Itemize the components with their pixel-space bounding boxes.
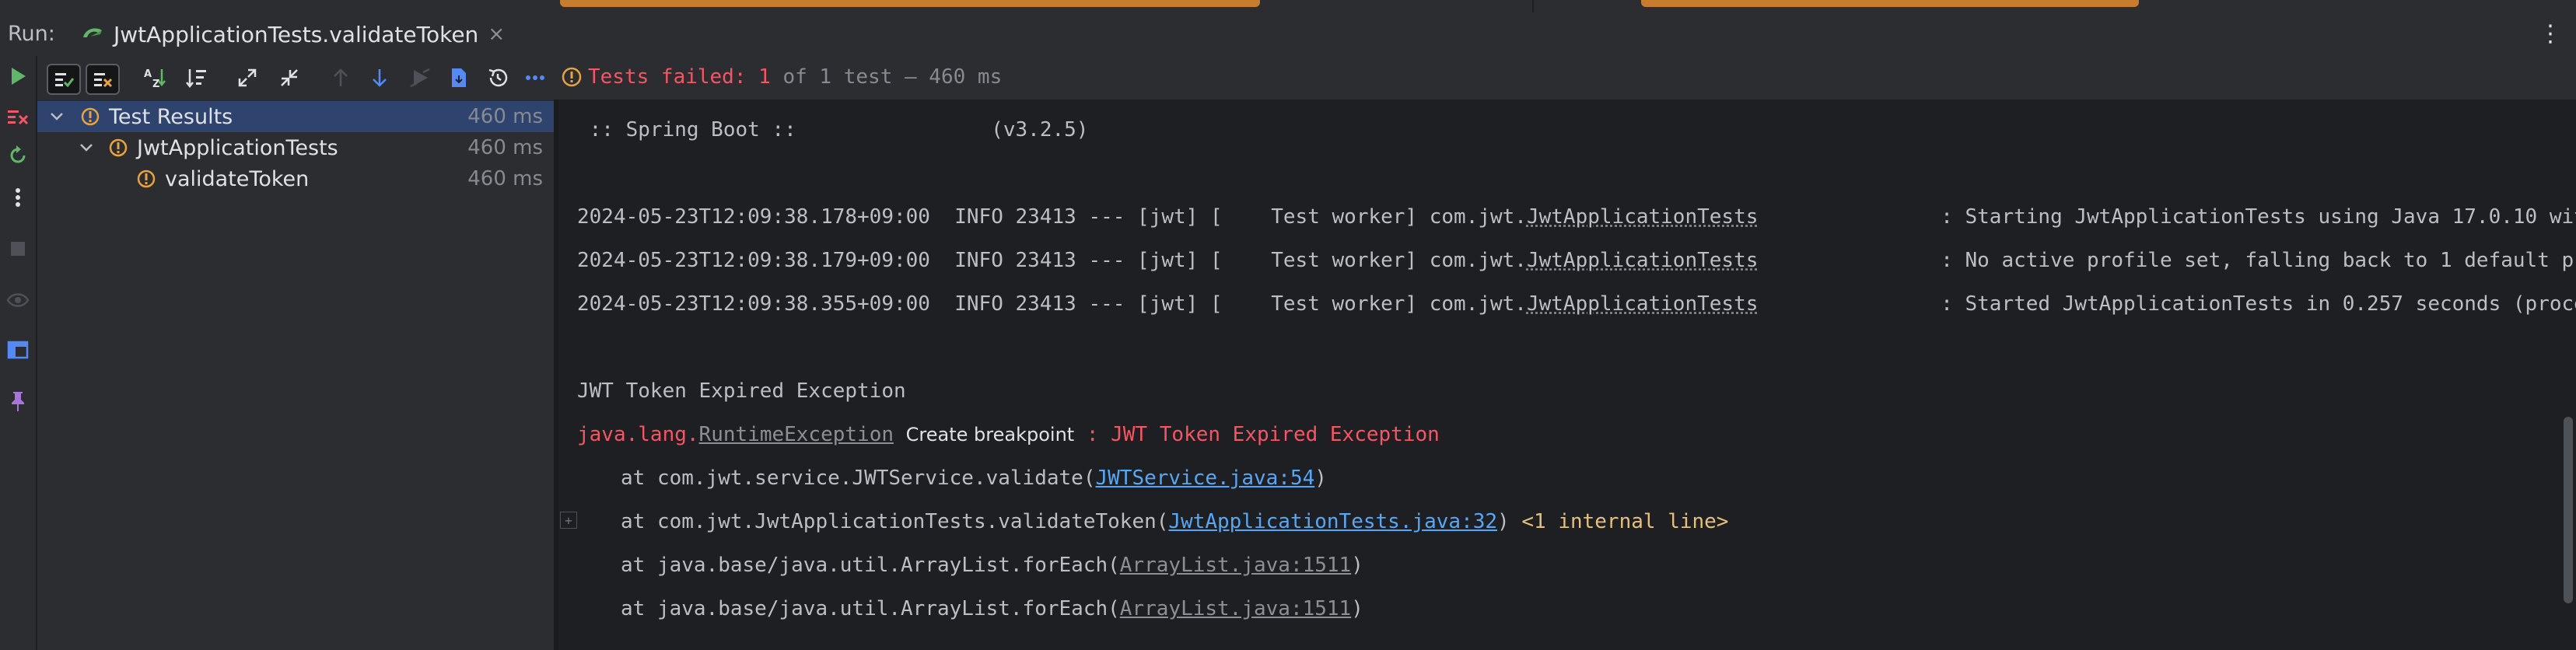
stack-frame-text: at com.jwt.JwtApplicationTests.validateT… [621, 510, 1169, 533]
tree-item-test-results[interactable]: Test Results 460 ms [37, 101, 554, 132]
log-class: JwtApplicationTests [1526, 205, 1759, 229]
log-message: : Starting JwtApplicationTests using Jav… [1941, 205, 2576, 229]
chevron-down-icon[interactable] [79, 143, 93, 152]
run-label: Run: [8, 22, 55, 46]
stack-frame: at java.base/java.util.ArrayList.forEach… [621, 554, 1363, 577]
stack-frame: at java.base/java.util.ArrayList.forEach… [621, 597, 1363, 620]
tree-item-test-class[interactable]: JwtApplicationTests 460 ms [37, 132, 554, 163]
export-results-icon[interactable] [443, 64, 474, 92]
svg-text:Z: Z [152, 79, 159, 89]
log-prefix: 2024-05-23T12:09:38.178+09:00 INFO 23413… [577, 205, 1527, 229]
exception-package: java.lang. [577, 423, 699, 446]
show-ignored-icon[interactable] [86, 64, 120, 95]
collapse-all-icon[interactable] [274, 64, 305, 92]
warning-icon [81, 107, 100, 126]
tree-item-label: validateToken [165, 166, 310, 191]
stop-icon[interactable] [5, 236, 30, 261]
tree-item-label: Test Results [109, 104, 233, 129]
tests-summary: of 1 test – 460 ms [770, 65, 1003, 89]
log-prefix: 2024-05-23T12:09:38.355+09:00 INFO 23413… [577, 292, 1527, 316]
log-message: : Started JwtApplicationTests in 0.257 s… [1941, 292, 2576, 316]
exception-class-link[interactable]: RuntimeException [699, 423, 894, 446]
source-link[interactable]: JWTService.java:54 [1095, 467, 1314, 490]
top-tab-strip [0, 0, 2576, 12]
log-class: JwtApplicationTests [1526, 249, 1759, 272]
tree-item-duration: 460 ms [467, 136, 543, 159]
run-tab-title: JwtApplicationTests.validateToken [114, 21, 479, 47]
svg-text:A: A [144, 68, 152, 80]
stack-frame-text: at com.jwt.service.JWTService.validate( [621, 467, 1096, 490]
more-vertical-icon[interactable]: ⋮ [2539, 20, 2562, 47]
test-results-tree: Test Results 460 ms JwtApplicationTests … [37, 100, 554, 650]
test-toolbar: AZ [37, 56, 554, 100]
log-class: JwtApplicationTests [1526, 292, 1759, 316]
stack-frame-close: ) [1497, 510, 1510, 533]
console-scrollbar[interactable] [2564, 417, 2573, 603]
tree-item-duration: 460 ms [467, 105, 543, 128]
rerun-icon[interactable] [5, 64, 30, 89]
eye-icon[interactable] [5, 288, 30, 313]
expand-fold-icon[interactable]: + [560, 512, 577, 529]
pin-icon[interactable] [5, 389, 30, 414]
expand-all-icon[interactable] [232, 64, 263, 92]
exception-message: : JWT Token Expired Exception [1074, 423, 1440, 446]
spring-boot-banner: :: Spring Boot :: (v3.2.5) [577, 118, 1089, 142]
top-tab-separator [1532, 0, 1534, 12]
layout-icon[interactable] [5, 337, 30, 362]
internal-lines-fold[interactable]: <1 internal line> [1510, 510, 1728, 533]
stack-frame-close: ) [1351, 554, 1363, 577]
console-output[interactable]: :: Spring Boot :: (v3.2.5) 2024-05-23T12… [558, 100, 2576, 650]
run-actions-strip [0, 56, 37, 650]
show-passed-icon[interactable] [47, 64, 81, 95]
tree-item-test-method[interactable]: validateToken 460 ms [37, 163, 554, 194]
stack-frame-text: at java.base/java.util.ArrayList.forEach… [621, 554, 1120, 577]
stack-frame: at com.jwt.service.JWTService.validate(J… [621, 467, 1327, 490]
next-failed-icon[interactable] [364, 64, 395, 92]
toggle-auto-test-icon[interactable] [5, 143, 30, 168]
tests-failed-count: Tests failed: 1 [588, 65, 771, 89]
stack-frame-close: ) [1314, 467, 1327, 490]
top-tab-indicator[interactable] [1641, 0, 2139, 7]
chevron-down-icon[interactable] [50, 112, 64, 121]
stack-frame-text: at java.base/java.util.ArrayList.forEach… [621, 597, 1120, 620]
sort-by-duration-icon[interactable] [180, 64, 212, 92]
test-status-text: Tests failed: 1 of 1 test – 460 ms [588, 65, 1002, 89]
exception-line: java.lang.RuntimeException Create breakp… [577, 423, 1440, 446]
rerun-failed-icon[interactable] [5, 104, 30, 129]
log-prefix: 2024-05-23T12:09:38.179+09:00 INFO 23413… [577, 249, 1527, 272]
close-icon[interactable]: × [488, 23, 505, 46]
log-line: 2024-05-23T12:09:38.178+09:00 INFO 23413… [577, 205, 2576, 229]
more-vertical-icon[interactable] [5, 185, 30, 210]
run-tool-window-header: Run: JwtApplicationTests.validateToken ×… [0, 12, 2576, 56]
previous-failed-icon[interactable] [325, 64, 356, 92]
source-link[interactable]: JwtApplicationTests.java:32 [1168, 510, 1497, 533]
warning-icon [109, 138, 128, 157]
run-with-coverage-icon[interactable] [404, 64, 436, 92]
tree-item-duration: 460 ms [467, 167, 543, 190]
source-link[interactable]: ArrayList.java:1511 [1120, 554, 1351, 577]
test-config-icon [81, 23, 104, 45]
tree-item-label: JwtApplicationTests [137, 135, 338, 160]
source-link[interactable]: ArrayList.java:1511 [1120, 597, 1351, 620]
log-line: 2024-05-23T12:09:38.179+09:00 INFO 23413… [577, 249, 2576, 272]
sort-alphabetically-icon[interactable]: AZ [138, 64, 170, 92]
more-options-icon[interactable] [520, 64, 551, 92]
warning-icon [562, 67, 582, 90]
stack-frame-close: ) [1351, 597, 1363, 620]
error-title: JWT Token Expired Exception [577, 379, 906, 403]
create-breakpoint-link[interactable]: Create breakpoint [906, 424, 1075, 446]
log-line: 2024-05-23T12:09:38.355+09:00 INFO 23413… [577, 292, 2576, 316]
run-configuration-tab[interactable]: JwtApplicationTests.validateToken × [81, 16, 505, 53]
top-tab-indicator[interactable] [560, 0, 1260, 7]
test-status-bar: Tests failed: 1 of 1 test – 460 ms [554, 56, 2576, 100]
test-history-icon[interactable] [482, 64, 513, 92]
warning-icon [137, 169, 156, 188]
log-message: : No active profile set, falling back to… [1941, 249, 2576, 272]
stack-frame: at com.jwt.JwtApplicationTests.validateT… [621, 510, 1728, 533]
